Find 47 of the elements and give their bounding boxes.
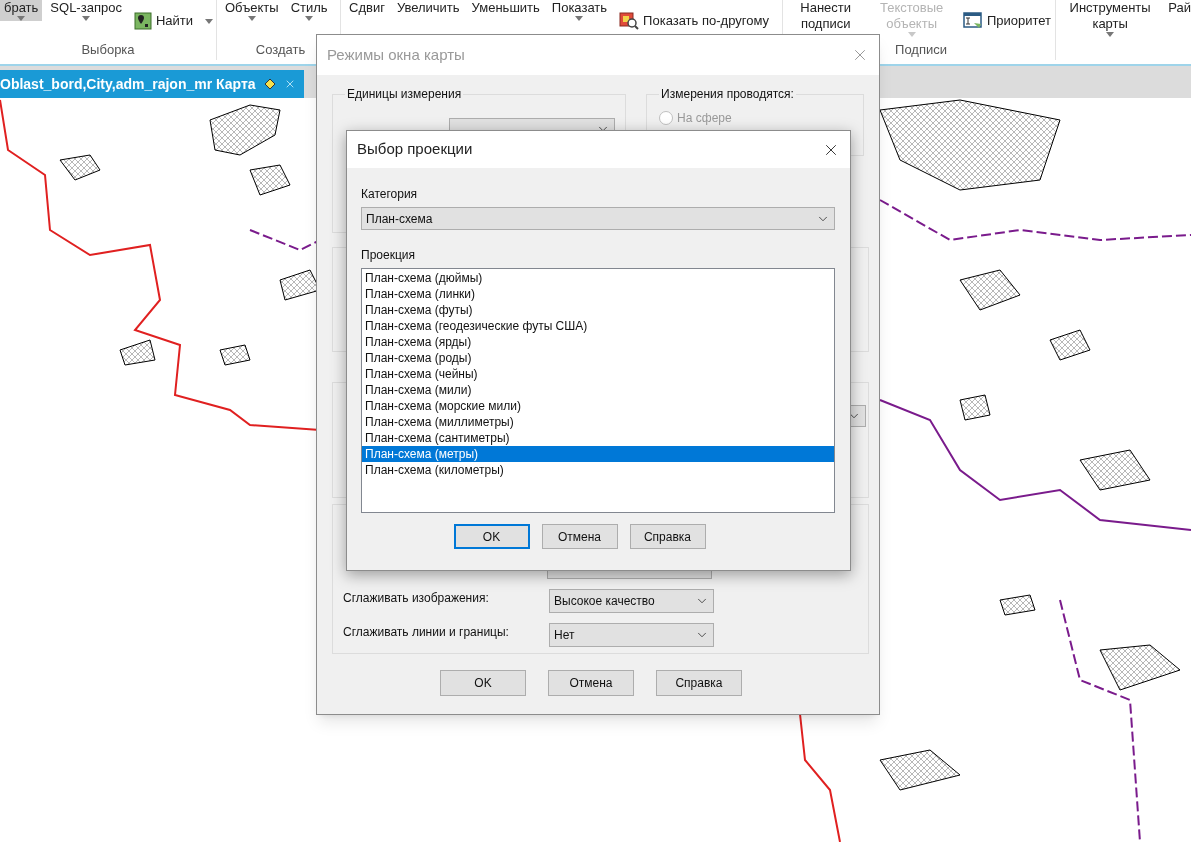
- select-field[interactable]: Нет: [549, 623, 714, 647]
- dialog-button[interactable]: Справка: [629, 524, 706, 549]
- list-item[interactable]: План-схема (миллиметры): [362, 414, 834, 430]
- list-item[interactable]: План-схема (морские мили): [362, 398, 834, 414]
- ribbon-button[interactable]: Нанести подписи: [787, 0, 865, 32]
- dialog-title: Выбор проекции: [357, 139, 473, 160]
- ribbon-button[interactable]: Рай: [1164, 0, 1191, 16]
- ribbon-button[interactable]: Инструменты карты: [1060, 0, 1161, 37]
- ribbon-button[interactable]: Приоритет: [958, 4, 1055, 38]
- field-label: Сглаживать линии и границы:: [343, 624, 510, 641]
- list-item[interactable]: План-схема (мили): [362, 382, 834, 398]
- list-item[interactable]: План-схема (футы): [362, 302, 834, 318]
- ribbon-group-label: Создать: [255, 41, 306, 59]
- field-label: Категория: [361, 186, 419, 203]
- ribbon-button[interactable]: Найти: [129, 4, 217, 38]
- ribbon-button[interactable]: Сдвиг: [345, 0, 389, 16]
- dialog-button[interactable]: Отмена: [541, 524, 618, 549]
- list-item[interactable]: План-схема (линки): [362, 286, 834, 302]
- ribbon-button[interactable]: Стиль: [286, 0, 332, 21]
- group-title: Единицы измерения: [346, 86, 463, 103]
- ribbon-button[interactable]: Увеличить: [392, 0, 464, 16]
- dialog-button[interactable]: Справка: [656, 670, 742, 696]
- list-item[interactable]: План-схема (роды): [362, 350, 834, 366]
- ribbon-button[interactable]: брать: [0, 0, 43, 21]
- list-item[interactable]: План-схема (километры): [362, 462, 834, 478]
- field-label: Проекция: [361, 247, 416, 264]
- ribbon-button[interactable]: Показать: [547, 0, 612, 21]
- list-item[interactable]: План-схема (ярды): [362, 334, 834, 350]
- list-item[interactable]: План-схема (метры): [362, 446, 834, 462]
- radio-label: На сфере: [677, 110, 732, 127]
- ribbon-button[interactable]: Объекты: [221, 0, 283, 21]
- field-label: Сглаживать изображения:: [343, 590, 490, 607]
- ribbon-button[interactable]: Уменьшить: [467, 0, 544, 16]
- list-item[interactable]: План-схема (дюймы): [362, 270, 834, 286]
- list-item[interactable]: План-схема (геодезические футы США): [362, 318, 834, 334]
- group-title: Измерения проводятся:: [660, 86, 795, 103]
- dialog-button[interactable]: OK: [440, 670, 526, 696]
- ribbon-group-label: Подписи: [895, 41, 947, 59]
- dialog-button[interactable]: OK: [453, 524, 530, 549]
- dialog-button[interactable]: Отмена: [548, 670, 634, 696]
- list-item[interactable]: План-схема (сантиметры): [362, 430, 834, 446]
- ribbon-button[interactable]: SQL-запрос: [46, 0, 126, 21]
- select-field[interactable]: План-схема: [361, 207, 835, 230]
- ribbon-group-label: Выборка: [81, 41, 135, 59]
- list-item[interactable]: План-схема (чейны): [362, 366, 834, 382]
- dialog-title: Режимы окна карты: [327, 44, 465, 65]
- select-field[interactable]: Высокое качество: [549, 589, 714, 613]
